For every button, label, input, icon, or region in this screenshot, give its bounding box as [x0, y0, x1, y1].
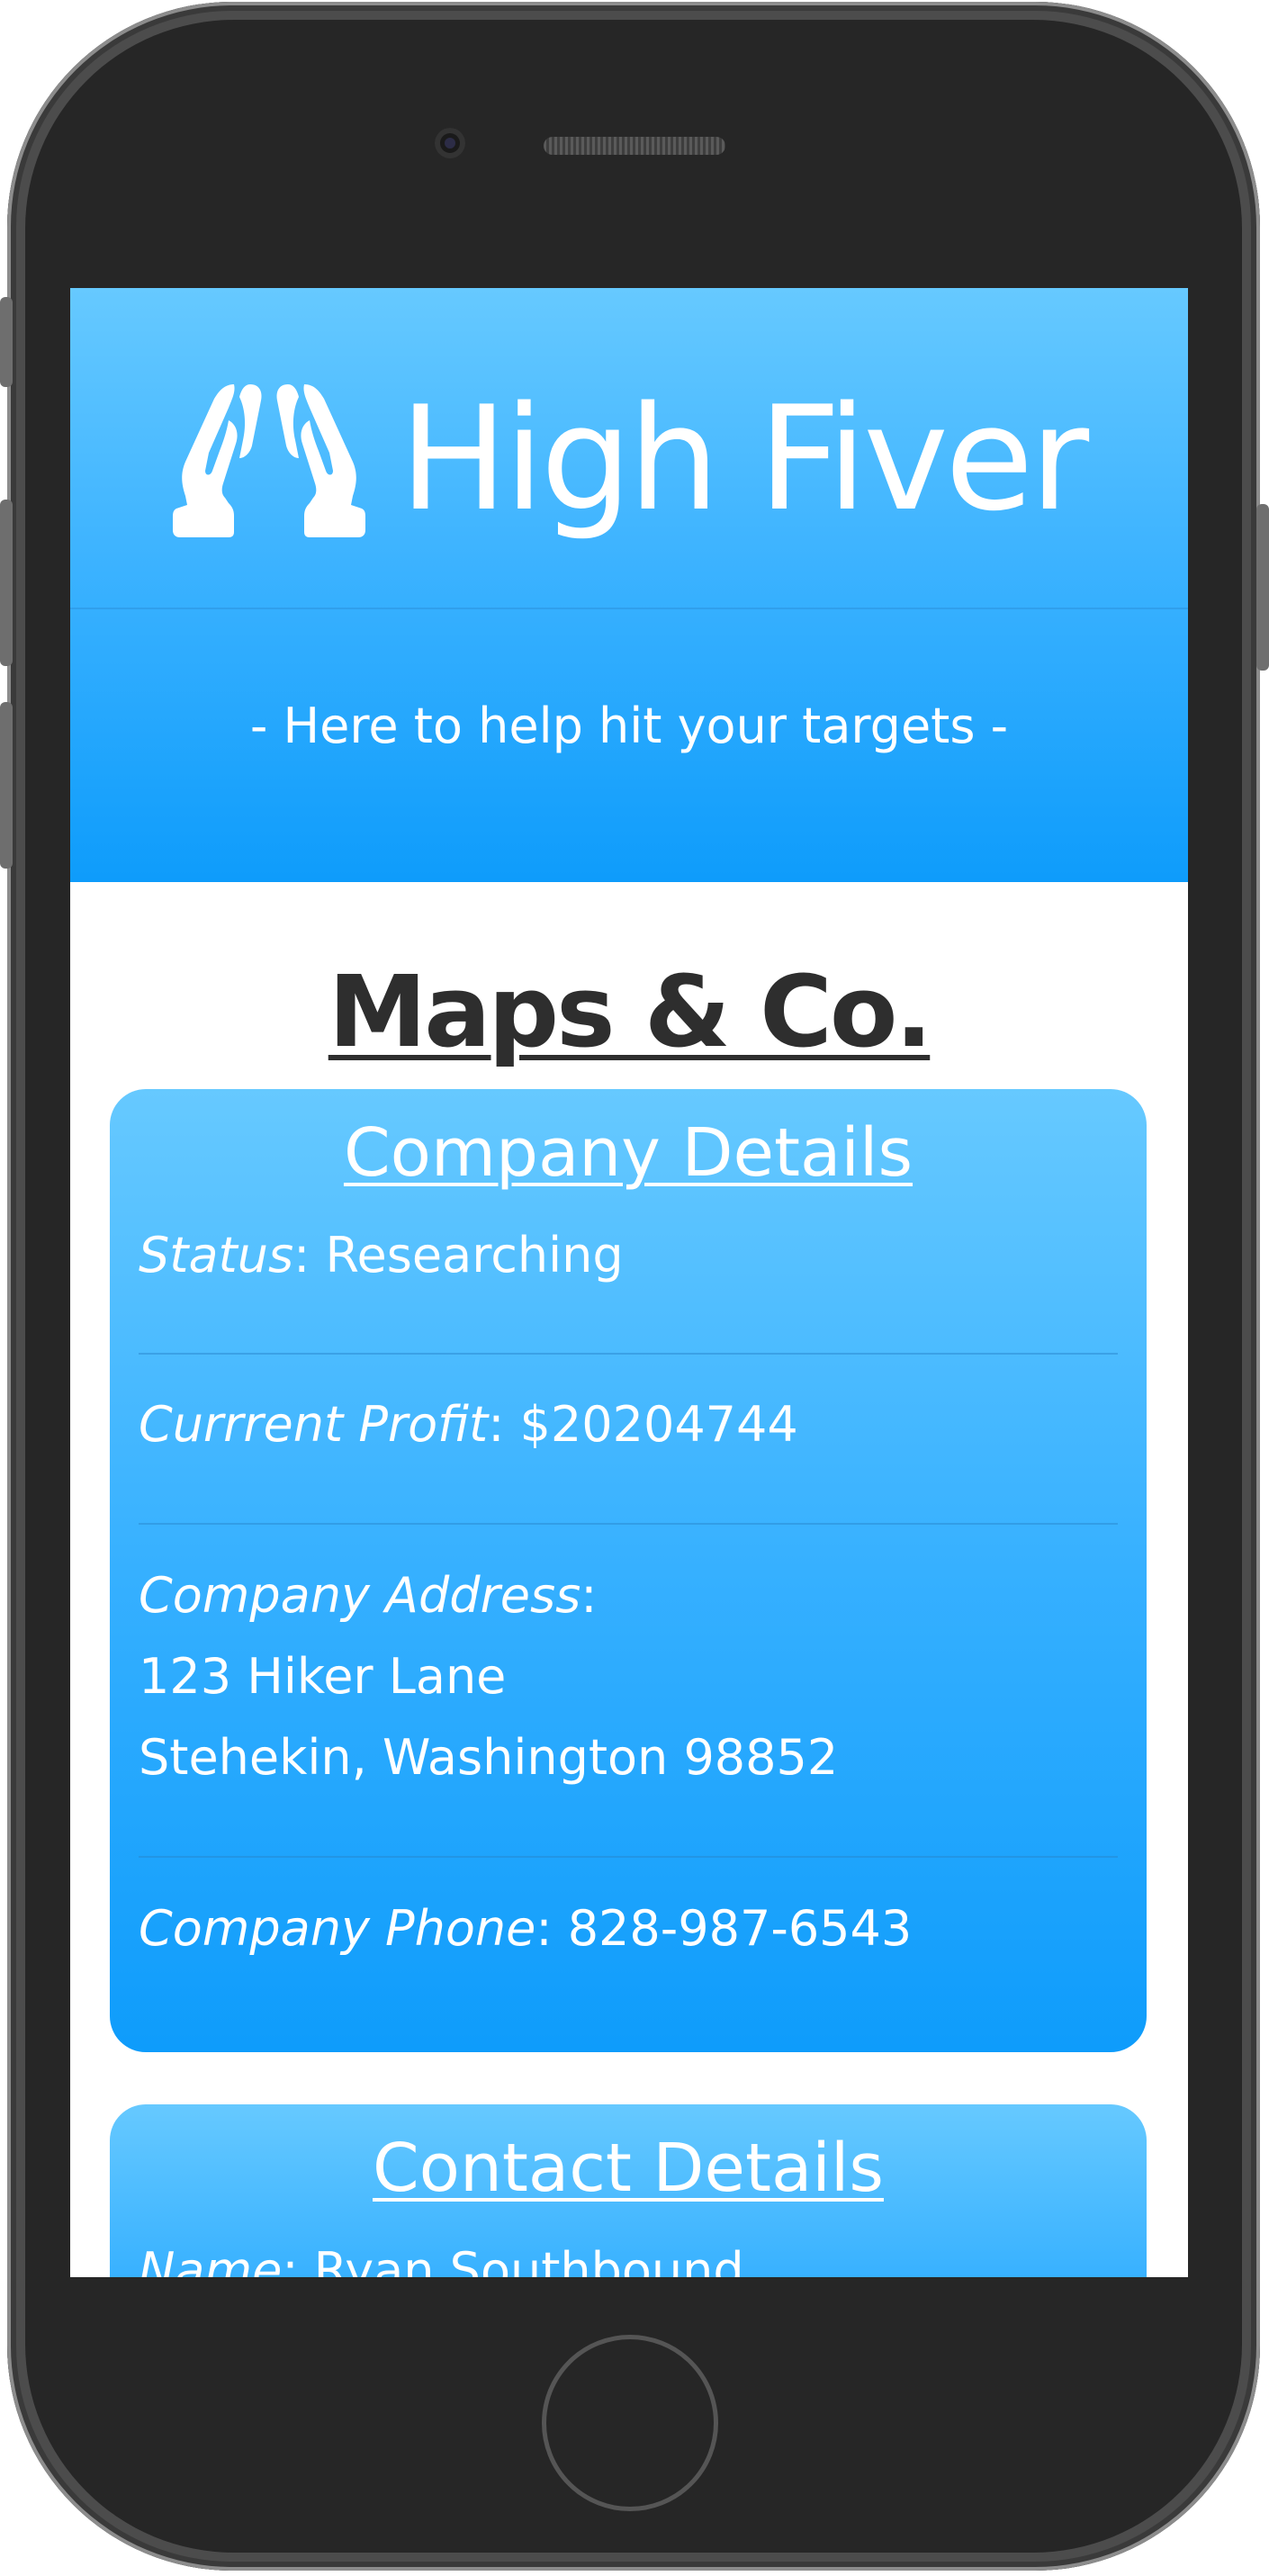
divider	[139, 1353, 1118, 1355]
brand: High Fiver	[70, 374, 1188, 545]
contact-details-heading: Contact Details	[373, 2130, 884, 2207]
mute-switch	[0, 297, 13, 387]
status-label: Status	[139, 1227, 294, 1283]
divider	[139, 1523, 1118, 1525]
profit-label: Currrent Profit	[139, 1396, 489, 1453]
front-camera	[435, 128, 465, 158]
app-screen: High Fiver - Here to help hit your targe…	[70, 288, 1188, 2277]
address-label: Company Address	[139, 1567, 581, 1624]
status-value: Researching	[325, 1227, 624, 1283]
volume-down-button	[0, 702, 13, 869]
phone-value[interactable]: 828-987-6543	[568, 1900, 913, 1957]
address-row: Company Address: 123 Hiker Lane Stehekin…	[139, 1567, 839, 1786]
volume-up-button	[0, 500, 13, 666]
contact-name-label: Name	[139, 2242, 283, 2277]
high-five-hands-icon	[172, 384, 365, 537]
address-line-2: Stehekin, Washington 98852	[139, 1729, 839, 1786]
company-details-card: Company Details Status: Researching Curr…	[110, 1089, 1147, 2052]
contact-name-row: Name: Ryan Southbound	[139, 2230, 1118, 2277]
phone-label: Company Phone	[139, 1900, 536, 1957]
address-line-1: 123 Hiker Lane	[139, 1648, 507, 1705]
home-button[interactable]	[542, 2335, 718, 2511]
phone-row: Company Phone: 828-987-6543	[139, 1900, 913, 1957]
company-name-heading: Maps & Co.	[328, 954, 933, 1069]
app-title: High Fiver	[399, 374, 1089, 543]
power-button	[1256, 504, 1269, 671]
app-tagline: - Here to help hit your targets -	[249, 698, 1009, 754]
profit-row: Currrent Profit: $20204744	[139, 1396, 798, 1453]
app-header: High Fiver - Here to help hit your targe…	[70, 288, 1188, 882]
status-row: Status: Researching	[139, 1227, 624, 1283]
contact-details-card: Contact Details Name: Ryan Southbound	[110, 2104, 1147, 2277]
header-divider	[70, 608, 1188, 609]
profit-value: $20204744	[519, 1396, 798, 1453]
divider	[139, 1856, 1118, 1858]
earpiece-speaker	[544, 137, 725, 155]
contact-name-value: Ryan Southbound	[313, 2242, 744, 2277]
company-details-heading: Company Details	[343, 1114, 914, 1192]
